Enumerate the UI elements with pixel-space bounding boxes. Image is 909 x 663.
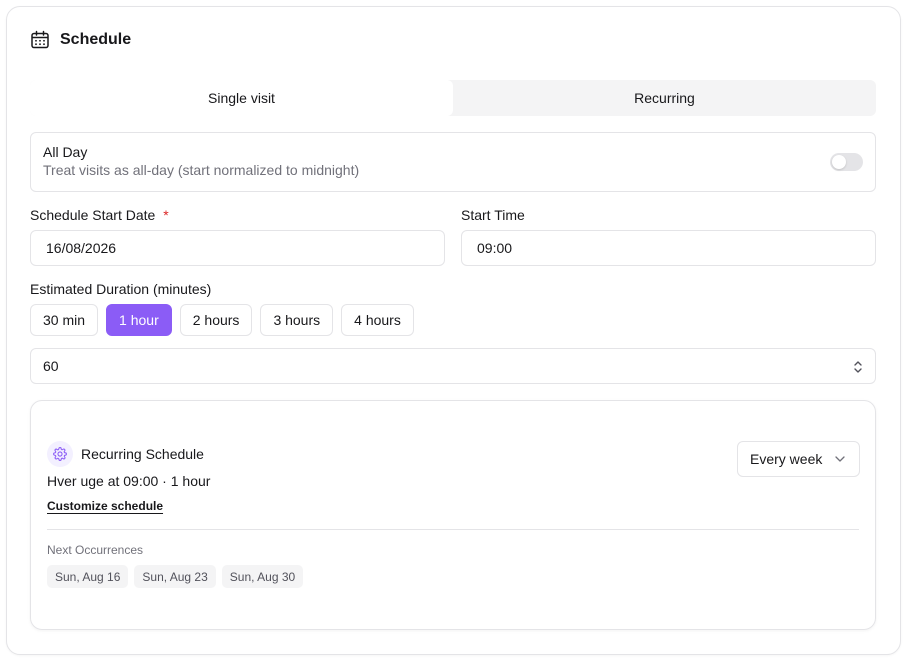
start-date-input[interactable]: 16/08/2026	[30, 230, 445, 266]
preset-3-hours[interactable]: 3 hours	[260, 304, 334, 336]
recurring-title: Recurring Schedule	[81, 446, 204, 462]
calendar-icon	[31, 30, 49, 49]
frequency-value: Every week	[750, 451, 823, 467]
occurrence-list: Sun, Aug 16 Sun, Aug 23 Sun, Aug 30	[47, 565, 304, 588]
divider	[47, 529, 859, 530]
toggle-knob	[832, 155, 846, 169]
frequency-select[interactable]: Every week	[737, 441, 860, 477]
start-date-label-text: Schedule Start Date	[30, 207, 156, 223]
schedule-type-tabs: Single visit Recurring	[30, 80, 876, 116]
duration-label: Estimated Duration (minutes)	[30, 281, 212, 297]
duration-presets: 30 min 1 hour 2 hours 3 hours 4 hours	[30, 304, 414, 336]
preset-1-hour[interactable]: 1 hour	[106, 304, 172, 336]
start-date-label: Schedule Start Date *	[30, 207, 169, 223]
gear-icon	[53, 447, 67, 461]
preset-2-hours[interactable]: 2 hours	[179, 304, 253, 336]
chevron-down-icon	[835, 456, 845, 462]
recurring-summary: Hver uge at 09:00 · 1 hour	[47, 473, 211, 489]
required-marker: *	[163, 207, 169, 223]
occurrence-chip: Sun, Aug 23	[134, 565, 216, 588]
preset-4-hours[interactable]: 4 hours	[341, 304, 414, 336]
card-header: Schedule	[30, 30, 131, 50]
tab-single-visit[interactable]: Single visit	[30, 80, 453, 116]
all-day-description: Treat visits as all-day (start normalize…	[43, 162, 360, 178]
customize-schedule-link[interactable]: Customize schedule	[47, 499, 163, 513]
stepper-icon[interactable]	[853, 359, 863, 375]
occurrence-chip: Sun, Aug 30	[221, 565, 304, 588]
gear-icon-badge	[47, 441, 73, 467]
preset-30-min[interactable]: 30 min	[30, 304, 99, 336]
all-day-setting: All Day Treat visits as all-day (start n…	[30, 132, 876, 192]
next-occurrences-label: Next Occurrences	[47, 543, 144, 557]
duration-value: 60	[43, 358, 59, 374]
occurrence-chip: Sun, Aug 16	[47, 565, 129, 588]
page-title: Schedule	[60, 31, 132, 48]
tab-recurring[interactable]: Recurring	[453, 80, 876, 116]
all-day-toggle[interactable]	[830, 153, 863, 171]
start-time-input[interactable]: 09:00	[461, 230, 876, 266]
start-time-label: Start Time	[461, 207, 525, 223]
duration-number-input[interactable]: 60	[30, 348, 876, 384]
recurring-schedule-panel: Recurring Schedule Hver uge at 09:00 · 1…	[30, 400, 876, 630]
all-day-title: All Day	[43, 144, 88, 160]
